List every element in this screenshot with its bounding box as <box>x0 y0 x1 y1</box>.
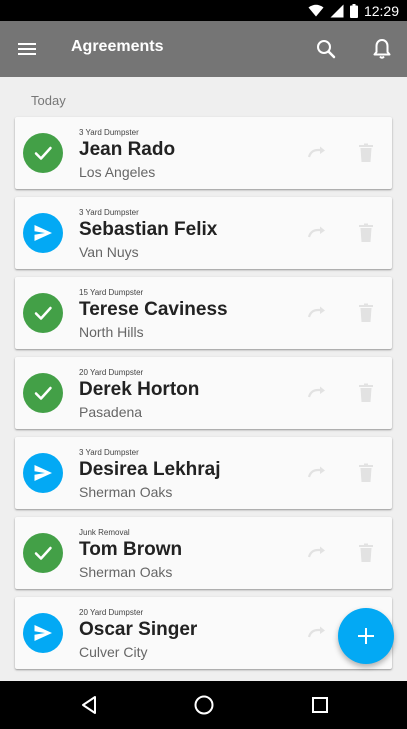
sent-status-badge <box>23 453 63 493</box>
add-agreement-button[interactable] <box>338 608 394 664</box>
back-icon[interactable] <box>77 693 101 717</box>
resend-icon[interactable] <box>305 301 329 325</box>
service-type: 20 Yard Dumpster <box>79 368 144 377</box>
resend-icon[interactable] <box>305 461 329 485</box>
customer-city: Sherman Oaks <box>79 564 173 580</box>
agreement-card[interactable]: 15 Yard Dumpster Terese Caviness North Hil… <box>15 277 392 349</box>
status-bar: 12:29 <box>0 0 407 21</box>
delete-icon[interactable] <box>354 221 378 245</box>
completed-status-badge <box>23 133 63 173</box>
recents-icon[interactable] <box>308 693 332 717</box>
plus-icon <box>358 628 374 644</box>
customer-name: Oscar Singer <box>79 619 198 640</box>
page-title: Agreements <box>71 38 164 55</box>
delete-icon[interactable] <box>354 301 378 325</box>
wifi-icon <box>308 4 324 17</box>
resend-icon[interactable] <box>305 381 329 405</box>
resend-icon[interactable] <box>305 541 329 565</box>
service-type: 15 Yard Dumpster <box>79 288 144 297</box>
home-icon[interactable] <box>192 693 216 717</box>
agreement-card[interactable]: Junk Removal Tom Brown Sherman Oaks <box>15 517 392 589</box>
delete-icon[interactable] <box>354 381 378 405</box>
checkmark-icon <box>34 146 52 160</box>
completed-status-badge <box>23 373 63 413</box>
battery-icon <box>349 3 358 18</box>
delete-icon[interactable] <box>354 461 378 485</box>
customer-city: North Hills <box>79 324 144 340</box>
section-label-today: Today <box>31 93 66 108</box>
customer-name: Tom Brown <box>79 539 183 560</box>
customer-city: Los Angeles <box>79 164 156 180</box>
delete-icon[interactable] <box>354 541 378 565</box>
agreement-card[interactable]: 20 Yard Dumpster Oscar Singer Culver City <box>15 597 392 669</box>
customer-city: Culver City <box>79 644 148 660</box>
agreement-card[interactable]: 20 Yard Dumpster Derek Horton Pasadena <box>15 357 392 429</box>
resend-icon[interactable] <box>305 141 329 165</box>
service-type: Junk Removal <box>79 528 130 537</box>
service-type: 3 Yard Dumpster <box>79 208 139 217</box>
customer-name: Sebastian Felix <box>79 219 218 240</box>
bell-icon[interactable] <box>370 37 394 61</box>
checkmark-icon <box>34 306 52 320</box>
menu-icon[interactable] <box>15 37 39 61</box>
send-icon <box>34 625 52 641</box>
send-icon <box>34 225 52 241</box>
service-type: 20 Yard Dumpster <box>79 608 144 617</box>
completed-status-badge <box>23 533 63 573</box>
agreement-card[interactable]: 3 Yard Dumpster Desirea Lekhraj Sherman Oa… <box>15 437 392 509</box>
customer-city: Van Nuys <box>79 244 139 260</box>
status-icons: 12:29 <box>308 2 399 19</box>
checkmark-icon <box>34 386 52 400</box>
checkmark-icon <box>34 546 52 560</box>
app-bar: Agreements <box>0 21 407 77</box>
sent-status-badge <box>23 213 63 253</box>
send-icon <box>34 465 52 481</box>
resend-icon[interactable] <box>305 221 329 245</box>
system-nav-bar <box>0 681 407 729</box>
search-icon[interactable] <box>314 37 338 61</box>
sent-status-badge <box>23 613 63 653</box>
signal-icon <box>330 4 344 17</box>
agreement-card[interactable]: 3 Yard Dumpster Jean Rado Los Angeles <box>15 117 392 189</box>
customer-city: Pasadena <box>79 404 143 420</box>
completed-status-badge <box>23 293 63 333</box>
customer-name: Derek Horton <box>79 379 200 400</box>
status-time: 12:29 <box>363 2 399 19</box>
customer-name: Jean Rado <box>79 139 176 160</box>
customer-name: Desirea Lekhraj <box>79 459 221 480</box>
resend-icon[interactable] <box>305 621 329 645</box>
service-type: 3 Yard Dumpster <box>79 448 139 457</box>
service-type: 3 Yard Dumpster <box>79 128 139 137</box>
agreement-card[interactable]: 3 Yard Dumpster Sebastian Felix Van Nuys <box>15 197 392 269</box>
delete-icon[interactable] <box>354 141 378 165</box>
customer-city: Sherman Oaks <box>79 484 173 500</box>
customer-name: Terese Caviness <box>79 299 228 320</box>
